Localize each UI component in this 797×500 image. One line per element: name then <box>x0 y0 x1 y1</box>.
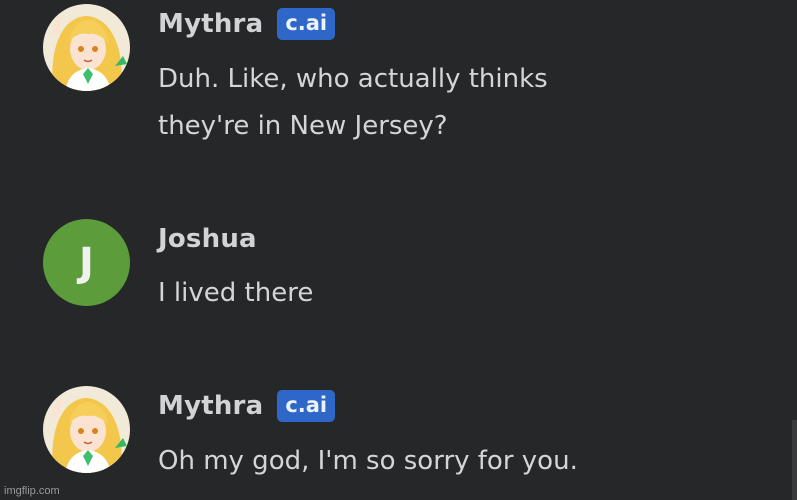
ai-badge: c.ai <box>277 390 336 422</box>
avatar-initial: J <box>79 239 94 286</box>
message-text-line: Oh my god, I'm so sorry for you. <box>158 446 578 476</box>
message-author: Joshua <box>158 224 257 254</box>
bot-avatar[interactable] <box>43 386 130 473</box>
bot-avatar[interactable] <box>43 4 130 91</box>
scrollbar[interactable] <box>792 420 797 500</box>
message-text-line: Duh. Like, who actually thinks <box>158 64 548 94</box>
ai-badge: c.ai <box>277 8 336 40</box>
user-avatar[interactable]: J <box>43 219 130 306</box>
message-author: Mythra <box>158 391 264 421</box>
mythra-avatar-image <box>43 4 130 91</box>
mythra-avatar-image <box>43 386 130 473</box>
message-author: Mythra <box>158 9 264 39</box>
message-text-line: I lived there <box>158 278 314 308</box>
message-text-line: they're in New Jersey? <box>158 111 448 141</box>
watermark: imgflip.com <box>4 485 60 497</box>
